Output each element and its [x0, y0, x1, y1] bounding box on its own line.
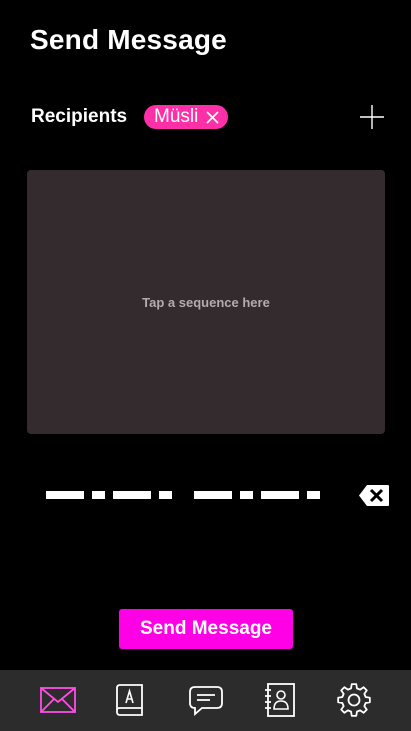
- send-message-button[interactable]: Send Message: [119, 609, 293, 649]
- nav-item-chat[interactable]: [187, 682, 227, 720]
- alphabet-book-icon: [116, 684, 143, 716]
- morse-sequence: [46, 491, 336, 499]
- bottom-nav: [0, 670, 411, 731]
- page-title: Send Message: [30, 24, 227, 55]
- nav-item-alphabet[interactable]: [114, 682, 154, 720]
- nav-item-settings[interactable]: [335, 682, 375, 720]
- morse-dot: [92, 491, 105, 499]
- chat-bubble-icon: [189, 686, 223, 716]
- morse-dash: [113, 491, 151, 499]
- recipient-chip-label: Müsli: [154, 106, 199, 127]
- recipient-chip[interactable]: Müsli: [144, 105, 229, 129]
- nav-item-messages[interactable]: [39, 682, 79, 720]
- close-icon[interactable]: [206, 110, 219, 124]
- recipients-label: Recipients: [31, 106, 128, 127]
- nav-item-contacts[interactable]: [263, 682, 303, 720]
- recipients-row: Recipients Müsli: [31, 104, 391, 132]
- morse-dot: [159, 491, 172, 499]
- backspace-icon[interactable]: [358, 484, 390, 507]
- plus-icon[interactable]: [359, 104, 385, 130]
- morse-dash: [194, 491, 232, 499]
- envelope-icon: [40, 687, 76, 713]
- tap-hint: Tap a sequence here: [142, 294, 270, 310]
- gear-icon: [337, 683, 371, 717]
- tap-input-area[interactable]: Tap a sequence here: [27, 170, 385, 434]
- morse-dash: [46, 491, 84, 499]
- morse-dot: [307, 491, 320, 499]
- morse-dash: [261, 491, 299, 499]
- morse-dot: [240, 491, 253, 499]
- contacts-book-icon: [265, 683, 295, 717]
